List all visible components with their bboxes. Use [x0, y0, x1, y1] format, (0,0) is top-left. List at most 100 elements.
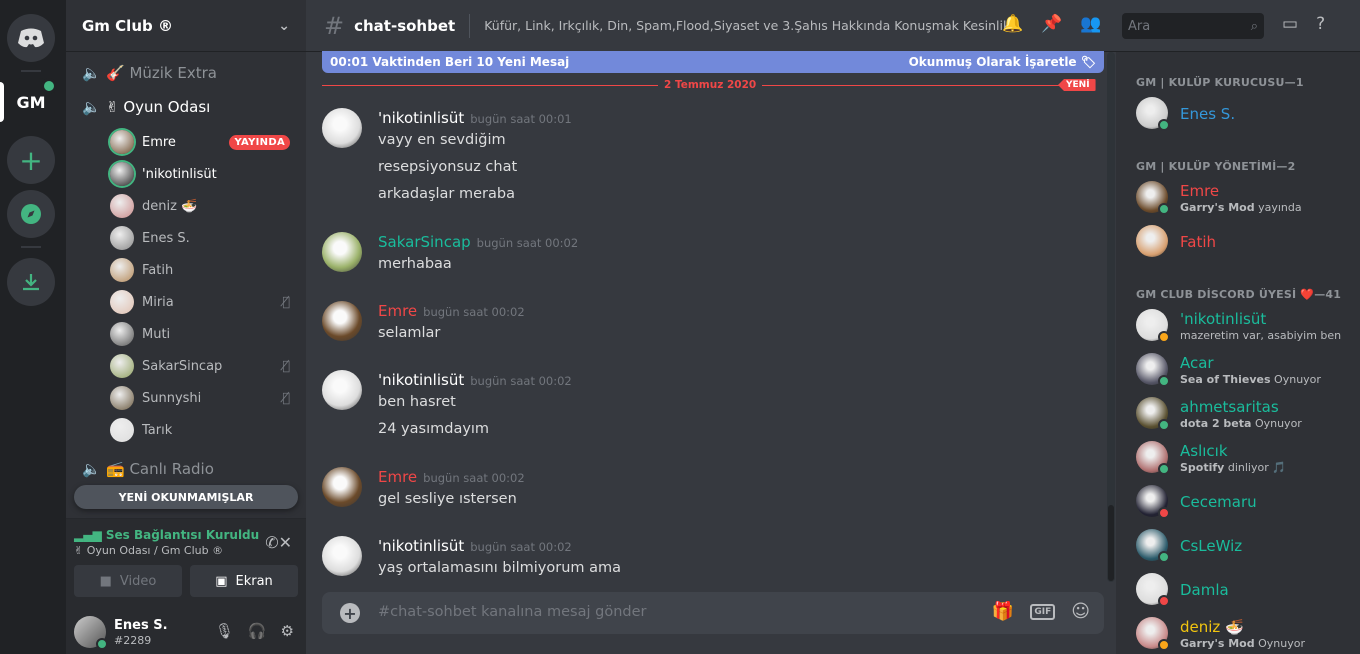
member-name: deniz 🍜 [1180, 618, 1244, 636]
voice-channel-canli-radio[interactable]: 🔈 📻 Canlı Radio [82, 460, 214, 478]
voice-user[interactable]: deniz 🍜 [110, 192, 290, 220]
member-item[interactable]: Fatih [1136, 221, 1356, 261]
activity-name: Sea of Thieves [1180, 373, 1271, 386]
member-item[interactable]: Acar Sea of Thieves Oynuyor [1136, 349, 1356, 389]
voice-user[interactable]: Sunnyshi 🎙̸ [110, 384, 290, 412]
avatar [110, 162, 134, 186]
message-author[interactable]: Emre bugün saat 00:02 [378, 468, 525, 486]
new-unreads-pill[interactable]: YENİ OKUNMAMIŞLAR [74, 485, 298, 509]
member-item[interactable]: Aslıcık Spotify dinliyor 🎵 [1136, 437, 1356, 477]
voice-user-name: Sunnyshi [142, 390, 202, 406]
server-header[interactable]: Gm Club ® ⌄ [66, 0, 306, 52]
gift-icon[interactable]: 🎁 [992, 601, 1014, 622]
voice-user[interactable]: 'nikotinlisüt [110, 160, 290, 188]
headphones-icon[interactable]: 🎧 [248, 622, 267, 640]
member-item[interactable]: Enes S. [1136, 93, 1356, 133]
voice-user[interactable]: Fatih [110, 256, 290, 284]
message-author[interactable]: 'nikotinlisüt bugün saat 00:02 [378, 371, 572, 389]
channel-name: chat-sohbet [354, 16, 456, 35]
user-discriminator: #2289 [114, 634, 152, 647]
username: Enes S. [114, 618, 168, 633]
camera-icon: ■ [99, 573, 112, 589]
inbox-icon[interactable]: ▭ [1282, 14, 1298, 34]
message-author[interactable]: 'nikotinlisüt bugün saat 00:01 [378, 109, 572, 127]
member-item[interactable]: CsLeWiz [1136, 525, 1356, 565]
help-icon[interactable]: ? [1316, 14, 1325, 34]
pinned-messages-icon[interactable]: 📌 [1041, 14, 1062, 34]
active-server-indicator [0, 82, 4, 122]
home-discord-icon[interactable] [7, 14, 55, 62]
disconnect-call-icon[interactable]: ✆✕ [265, 533, 292, 552]
message-input[interactable]: #chat-sohbet kanalına mesaj gönder [378, 604, 646, 620]
scrollbar-track[interactable] [1107, 52, 1115, 582]
message-author[interactable]: Emre bugün saat 00:02 [378, 302, 525, 320]
muted-microphone-icon: 🎙̸ [282, 390, 290, 406]
avatar[interactable] [322, 467, 362, 507]
microphone-icon[interactable]: 🎙 [215, 622, 234, 640]
activity-text: Oynuyor [1270, 373, 1321, 386]
member-item[interactable]: Damla [1136, 569, 1356, 609]
voice-user[interactable]: Enes S. [110, 224, 290, 252]
speaker-icon: 🔈 [82, 460, 101, 478]
activity-name: dota 2 beta [1180, 417, 1252, 430]
settings-gear-icon[interactable]: ⚙ [281, 622, 294, 640]
chevron-down-icon: ⌄ [278, 17, 290, 34]
message-timestamp: bugün saat 00:02 [470, 374, 572, 388]
search-input[interactable]: Ara ⌕ [1122, 13, 1264, 39]
message-author[interactable]: SakarSincap bugün saat 00:02 [378, 233, 578, 251]
status-online-dot [1158, 419, 1170, 431]
member-item[interactable]: Cecemaru [1136, 481, 1356, 521]
notification-bell-icon[interactable]: 🔔 [1002, 14, 1023, 34]
message-text: resepsiyonsuz chat [378, 159, 518, 175]
voice-user[interactable]: Miria 🎙̸ [110, 288, 290, 316]
avatar [1136, 225, 1168, 257]
gif-icon[interactable]: GIF [1030, 603, 1056, 620]
status-online-dot [1158, 375, 1170, 387]
download-icon[interactable] [7, 258, 55, 306]
voice-user[interactable]: Muti [110, 320, 290, 348]
avatar[interactable] [322, 108, 362, 148]
video-button[interactable]: ■ Video [74, 565, 182, 597]
message-composer[interactable]: + #chat-sohbet kanalına mesaj gönder 🎁 G… [322, 592, 1104, 634]
member-activity: Sea of Thieves Oynuyor [1180, 373, 1321, 386]
screen-share-icon: ▣ [215, 573, 228, 589]
activity-name: Garry's Mod [1180, 637, 1255, 650]
member-item[interactable]: 'nikotinlisüt mazeretim var, asabiyim ben [1136, 305, 1356, 345]
activity-text: Oynuyor [1251, 417, 1302, 430]
scrollbar-thumb[interactable] [1108, 505, 1114, 581]
voice-status[interactable]: ▂▄▆ Ses Bağlantısı Kuruldu [74, 528, 259, 542]
mark-as-read-button[interactable]: Okunmuş Olarak İşaretle 🏷 [909, 55, 1096, 69]
avatar [110, 322, 134, 346]
explore-compass-icon[interactable] [7, 190, 55, 238]
voice-user[interactable]: Tarık [110, 416, 290, 444]
message-author[interactable]: 'nikotinlisüt bugün saat 00:02 [378, 537, 572, 555]
avatar[interactable] [322, 232, 362, 272]
member-item[interactable]: Emre Garry's Mod yayında [1136, 177, 1356, 217]
add-server-icon[interactable]: + [7, 136, 55, 184]
voice-channel-muzik-extra[interactable]: 🔈 🎸 Müzik Extra [82, 64, 217, 82]
member-list-icon[interactable]: 👥 [1080, 14, 1101, 34]
server-gm-club-icon[interactable]: GM [7, 78, 57, 126]
upload-plus-icon[interactable]: + [340, 603, 360, 623]
avatar [110, 418, 134, 442]
member-item[interactable]: deniz 🍜 Garry's Mod Oynuyor [1136, 613, 1356, 653]
status-idle-dot [1158, 331, 1170, 343]
server-list: GM + [0, 0, 66, 654]
member-item[interactable]: ahmetsaritas dota 2 beta Oynuyor [1136, 393, 1356, 433]
voice-user[interactable]: SakarSincap 🎙̸ [110, 352, 290, 380]
new-messages-bar[interactable]: 00:01 Vaktinden Beri 10 Yeni Mesaj Okunm… [322, 51, 1104, 73]
screen-share-button[interactable]: ▣ Ekran [190, 565, 298, 597]
guild-separator [21, 70, 41, 72]
status-online-dot [96, 638, 108, 650]
channel-topic[interactable]: Küfür, Link, Irkçılık, Din, Spam,Flood,S… [484, 18, 1009, 33]
member-name: 'nikotinlisüt [1180, 310, 1267, 328]
voice-channel-oyun-odasi[interactable]: 🔈 ✌ Oyun Odası [82, 98, 210, 116]
emoji-icon[interactable]: ☺ [1071, 601, 1090, 622]
avatar[interactable] [322, 370, 362, 410]
avatar[interactable] [322, 536, 362, 576]
channel-header: # chat-sohbet Küfür, Link, Irkçılık, Din… [306, 0, 1360, 52]
avatar[interactable] [322, 301, 362, 341]
voice-connection-panel: ▂▄▆ Ses Bağlantısı Kuruldu ✌ Oyun Odası … [66, 518, 306, 604]
voice-user[interactable]: Emre YAYINDA [110, 128, 290, 156]
voice-user-name: Miria [142, 294, 174, 310]
